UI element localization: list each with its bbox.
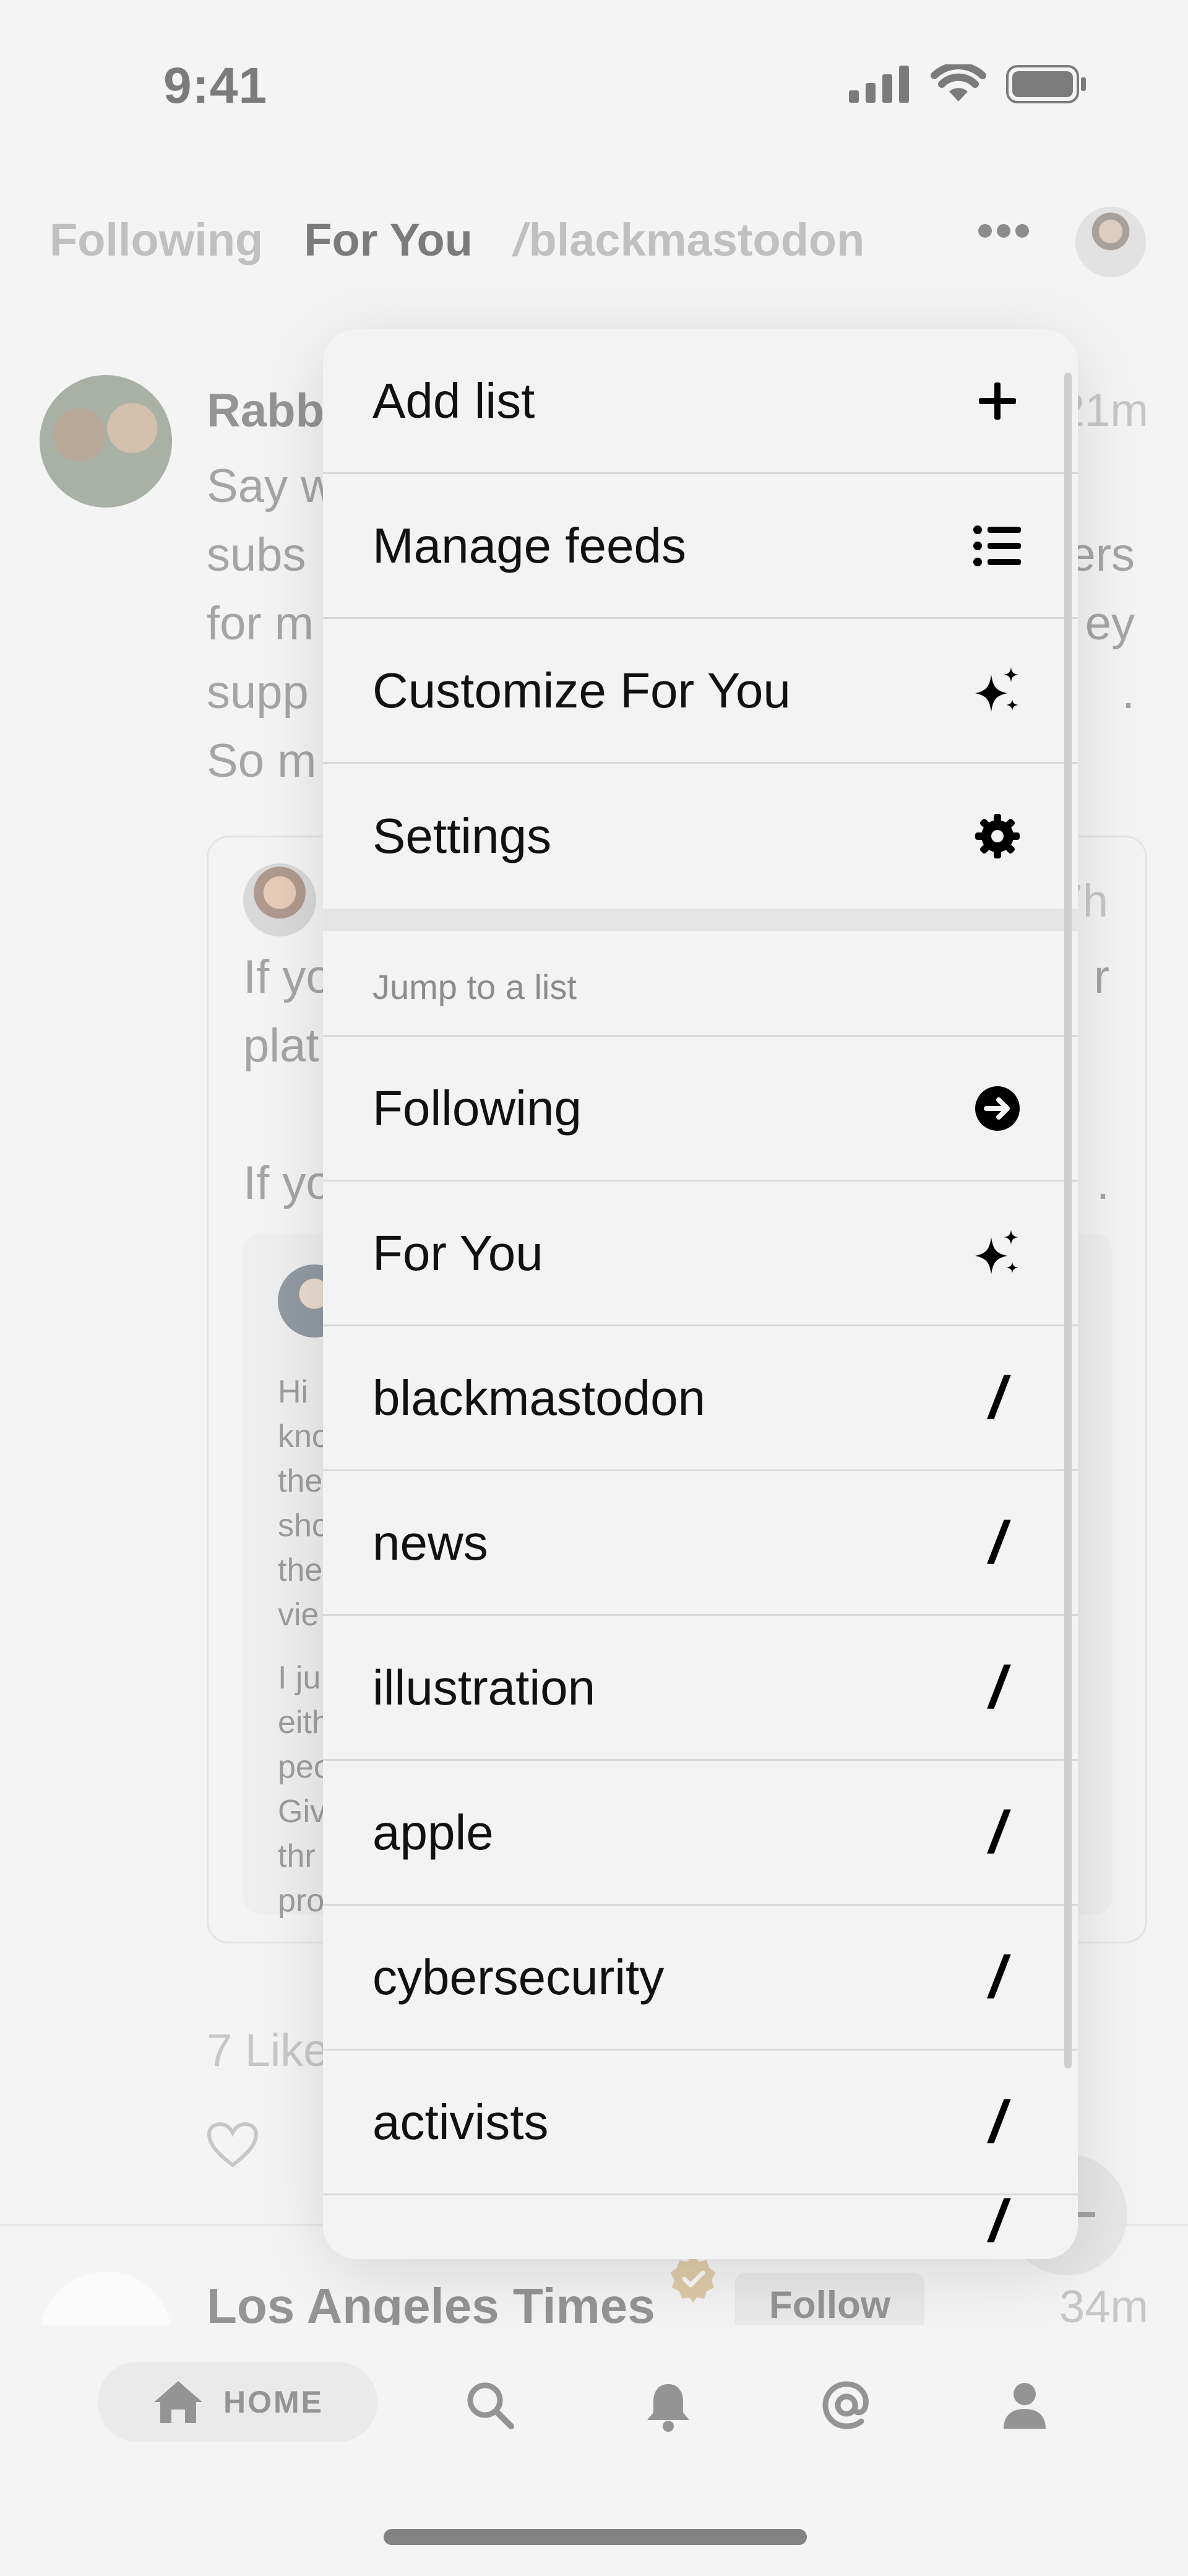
list-item-cybersecurity[interactable]: cybersecurity /	[323, 1906, 1078, 2051]
slash-icon: /	[989, 1943, 1006, 2010]
menu-item-label: cybersecurity	[372, 1949, 665, 2005]
feeds-dropdown-menu: Add list Manage feeds Customize For You …	[323, 329, 1078, 2259]
section-title: Jump to a list	[372, 967, 577, 1006]
list-item-blackmastodon[interactable]: blackmastodon /	[323, 1326, 1078, 1471]
menu-item-label: illustration	[372, 1659, 596, 1715]
menu-item-label: Settings	[372, 808, 552, 863]
menu-item-label: blackmastodon	[372, 1370, 706, 1425]
plus-icon	[973, 376, 1022, 426]
menu-item-label: apple	[372, 1804, 494, 1860]
list-icon	[973, 521, 1022, 571]
section-divider	[323, 909, 1078, 931]
list-item-apple[interactable]: apple /	[323, 1761, 1078, 1906]
list-item-for-you[interactable]: For You	[323, 1182, 1078, 1326]
menu-scrollbar[interactable]	[1064, 373, 1072, 2068]
list-item-news[interactable]: news /	[323, 1471, 1078, 1616]
slash-icon: /	[989, 1364, 1006, 1431]
slash-icon: /	[989, 2088, 1006, 2155]
list-item-illustration[interactable]: illustration /	[323, 1616, 1078, 1761]
slash-icon: /	[989, 2188, 1006, 2254]
slash-icon: /	[989, 1799, 1006, 1865]
menu-item-customize-for-you[interactable]: Customize For You	[323, 619, 1078, 764]
menu-item-settings[interactable]: Settings	[323, 764, 1078, 909]
menu-item-label: Customize For You	[372, 662, 791, 718]
menu-item-label: For You	[372, 1225, 543, 1281]
list-item-partial[interactable]: /	[323, 2188, 1078, 2259]
menu-item-label: Following	[372, 1080, 582, 1136]
menu-item-label: Add list	[372, 373, 535, 428]
list-item-following[interactable]: Following	[323, 1037, 1078, 1182]
menu-item-label: activists	[372, 2094, 549, 2150]
menu-item-label: Manage feeds	[372, 517, 687, 573]
sparkles-icon	[973, 1229, 1022, 1278]
sparkles-icon	[973, 666, 1022, 715]
gear-icon	[973, 811, 1022, 861]
menu-item-manage-feeds[interactable]: Manage feeds	[323, 474, 1078, 619]
list-item-activists[interactable]: activists /	[323, 2051, 1078, 2195]
arrow-right-circle-icon	[973, 1084, 1022, 1133]
menu-item-add-list[interactable]: Add list	[323, 329, 1078, 474]
slash-icon: /	[989, 1654, 1006, 1721]
menu-item-label: news	[372, 1515, 488, 1570]
slash-icon: /	[989, 1509, 1006, 1576]
